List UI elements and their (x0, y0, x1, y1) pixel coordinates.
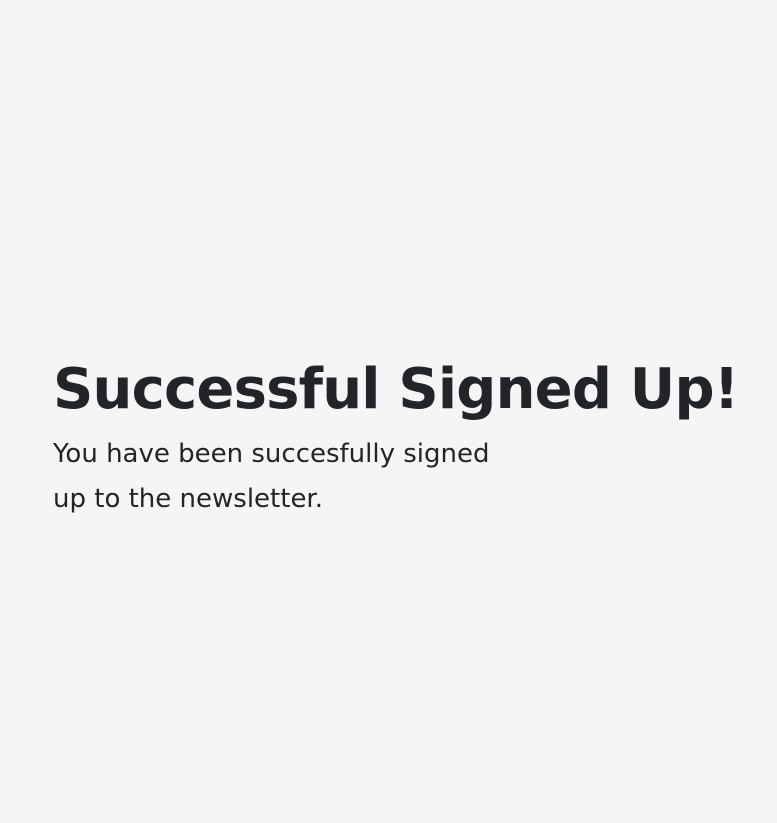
success-message: You have been succesfully signed up to t… (53, 439, 490, 514)
signup-success-page: Successful Signed Up! You have been succ… (0, 0, 777, 823)
success-title: Successful Signed Up! (53, 357, 739, 422)
confirmation-panel: Successful Signed Up! You have been succ… (53, 356, 743, 522)
